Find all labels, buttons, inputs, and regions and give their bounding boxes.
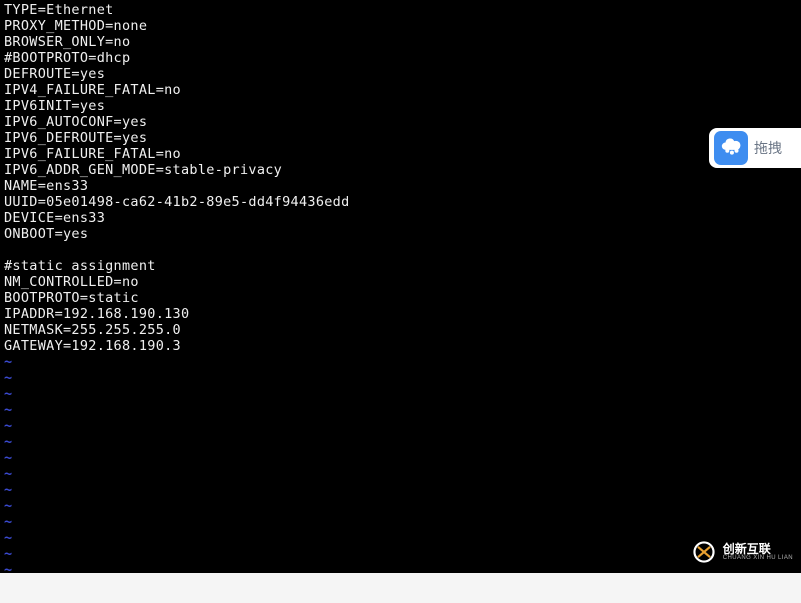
config-line: PROXY_METHOD=none — [4, 18, 797, 34]
vi-tilde: ~ — [4, 434, 797, 450]
vi-tilde: ~ — [4, 386, 797, 402]
bottom-strip — [0, 573, 801, 603]
config-line: ONBOOT=yes — [4, 226, 797, 242]
brand-logo-icon — [691, 539, 717, 565]
config-line: IPV6_ADDR_GEN_MODE=stable-privacy — [4, 162, 797, 178]
vi-tilde: ~ — [4, 466, 797, 482]
vi-tilde-lines: ~~~~~~~~~~~~~~ — [4, 354, 797, 573]
brand-en-text: CHUANG XIN HU LIAN — [723, 555, 793, 561]
config-line: GATEWAY=192.168.190.3 — [4, 338, 797, 354]
config-line: #BOOTPROTO=dhcp — [4, 50, 797, 66]
brand-watermark: 创新互联 CHUANG XIN HU LIAN — [691, 539, 793, 565]
config-line: IPV4_FAILURE_FATAL=no — [4, 82, 797, 98]
brand-cn-text: 创新互联 — [723, 543, 793, 555]
config-line: UUID=05e01498-ca62-41b2-89e5-dd4f94436ed… — [4, 194, 797, 210]
config-line: NETMASK=255.255.255.0 — [4, 322, 797, 338]
vi-tilde: ~ — [4, 562, 797, 573]
config-line: BOOTPROTO=static — [4, 290, 797, 306]
vi-tilde: ~ — [4, 370, 797, 386]
file-content: TYPE=EthernetPROXY_METHOD=noneBROWSER_ON… — [4, 2, 797, 354]
config-line: TYPE=Ethernet — [4, 2, 797, 18]
vi-tilde: ~ — [4, 498, 797, 514]
config-line: IPV6_FAILURE_FATAL=no — [4, 146, 797, 162]
vi-tilde: ~ — [4, 402, 797, 418]
config-line: DEFROUTE=yes — [4, 66, 797, 82]
config-line: IPV6_AUTOCONF=yes — [4, 114, 797, 130]
config-line: BROWSER_ONLY=no — [4, 34, 797, 50]
cloud-icon — [714, 131, 748, 165]
vi-tilde: ~ — [4, 418, 797, 434]
vi-tilde: ~ — [4, 482, 797, 498]
vi-tilde: ~ — [4, 514, 797, 530]
config-line — [4, 242, 797, 258]
vi-tilde: ~ — [4, 450, 797, 466]
config-line: IPV6_DEFROUTE=yes — [4, 130, 797, 146]
config-line: IPADDR=192.168.190.130 — [4, 306, 797, 322]
vi-tilde: ~ — [4, 546, 797, 562]
vi-tilde: ~ — [4, 530, 797, 546]
config-line: NAME=ens33 — [4, 178, 797, 194]
config-line: NM_CONTROLLED=no — [4, 274, 797, 290]
config-line: IPV6INIT=yes — [4, 98, 797, 114]
drag-overlay-widget[interactable]: 拖拽 — [709, 128, 801, 168]
config-line: #static assignment — [4, 258, 797, 274]
terminal-editor[interactable]: TYPE=EthernetPROXY_METHOD=noneBROWSER_ON… — [0, 0, 801, 573]
config-line: DEVICE=ens33 — [4, 210, 797, 226]
drag-label: 拖拽 — [754, 138, 782, 158]
vi-tilde: ~ — [4, 354, 797, 370]
